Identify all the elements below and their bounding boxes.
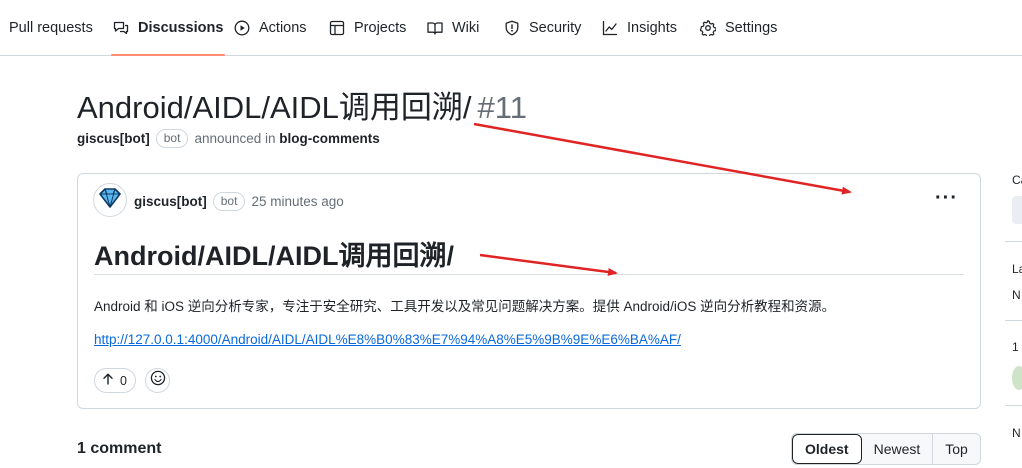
bot-badge: bot — [155, 129, 189, 148]
sidebar-notifications-label: N — [1012, 426, 1021, 440]
post-timestamp[interactable]: 25 minutes ago — [251, 194, 343, 209]
tab-label: Discussions — [138, 20, 224, 36]
tab-label: Projects — [354, 20, 407, 36]
tab-label: Wiki — [452, 20, 480, 36]
discussion-title: Android/AIDL/AIDL调用回溯/#11 — [77, 82, 527, 127]
category-link[interactable]: blog-comments — [279, 131, 380, 146]
sidebar-category-chip[interactable] — [1012, 196, 1022, 224]
tab-actions[interactable]: Actions — [234, 0, 307, 56]
tab-settings[interactable]: Settings — [700, 0, 777, 56]
table-icon — [329, 20, 345, 36]
graph-icon — [602, 20, 618, 36]
sort-top-button[interactable]: Top — [932, 434, 980, 464]
comments-count-text: 1 comment — [77, 440, 162, 457]
avatar[interactable] — [93, 183, 127, 217]
participant-avatar[interactable] — [1012, 366, 1022, 390]
tab-label: Pull requests — [9, 20, 93, 36]
sidebar-category-label: Ca — [1012, 173, 1022, 187]
sidebar-participants-count: 1 — [1012, 340, 1019, 354]
sort-oldest-button[interactable]: Oldest — [792, 434, 862, 464]
sidebar-labels-value: N — [1012, 288, 1021, 302]
comment-sort-group: Oldest Newest Top — [791, 433, 981, 465]
kebab-horizontal-icon[interactable]: ··· — [935, 187, 958, 210]
tab-pull-requests[interactable]: Pull requests — [9, 0, 93, 56]
discussion-meta: giscus[bot] bot announced in blog-commen… — [77, 129, 380, 148]
discussion-author-link[interactable]: giscus[bot] — [77, 131, 150, 146]
tab-label: Insights — [627, 20, 677, 36]
tab-label: Security — [529, 20, 582, 36]
gear-icon — [700, 20, 716, 36]
repo-nav: Pull requests Discussions Actions Projec… — [0, 0, 1022, 56]
post-author-link[interactable]: giscus[bot] — [134, 194, 207, 209]
sidebar-divider — [1005, 320, 1022, 321]
play-icon — [234, 20, 250, 36]
sidebar-divider — [1005, 241, 1022, 242]
arrow-up-icon — [103, 373, 113, 388]
discussion-title-text: Android/AIDL/AIDL调用回溯/ — [77, 90, 472, 125]
gem-icon — [97, 185, 123, 216]
post-link[interactable]: http://127.0.0.1:4000/Android/AIDL/AIDL%… — [94, 332, 681, 347]
comment-discussion-icon — [113, 20, 129, 36]
tab-label: Actions — [259, 20, 307, 36]
tab-wiki[interactable]: Wiki — [427, 0, 479, 56]
post-body: Android 和 iOS 逆向分析专家，专注于安全研究、工具开发以及常见问题解… — [94, 299, 836, 314]
upvote-count: 0 — [120, 373, 127, 388]
heading-divider — [94, 274, 964, 275]
tab-discussions[interactable]: Discussions — [110, 0, 226, 56]
upvote-button[interactable]: 0 — [94, 368, 136, 393]
tab-security[interactable]: Security — [504, 0, 581, 56]
post-heading: Android/AIDL/AIDL调用回溯/ — [94, 241, 454, 271]
tab-label: Settings — [725, 20, 778, 36]
tab-projects[interactable]: Projects — [329, 0, 406, 56]
shield-icon — [504, 20, 520, 36]
discussion-post: giscus[bot] bot 25 minutes ago ··· Andro… — [77, 173, 981, 409]
bot-badge: bot — [212, 192, 246, 211]
tab-insights[interactable]: Insights — [602, 0, 677, 56]
book-icon — [427, 20, 443, 36]
post-author-line: giscus[bot] bot 25 minutes ago — [134, 192, 344, 211]
sidebar-divider — [1005, 405, 1022, 406]
sort-newest-button[interactable]: Newest — [862, 434, 933, 464]
sidebar-labels-label: La — [1012, 262, 1022, 276]
comments-count: 1 comment — [77, 440, 161, 458]
discussion-number: #11 — [477, 90, 527, 125]
smiley-icon — [150, 370, 166, 391]
announced-text: announced in — [194, 131, 276, 146]
add-reaction-button[interactable] — [145, 368, 170, 393]
